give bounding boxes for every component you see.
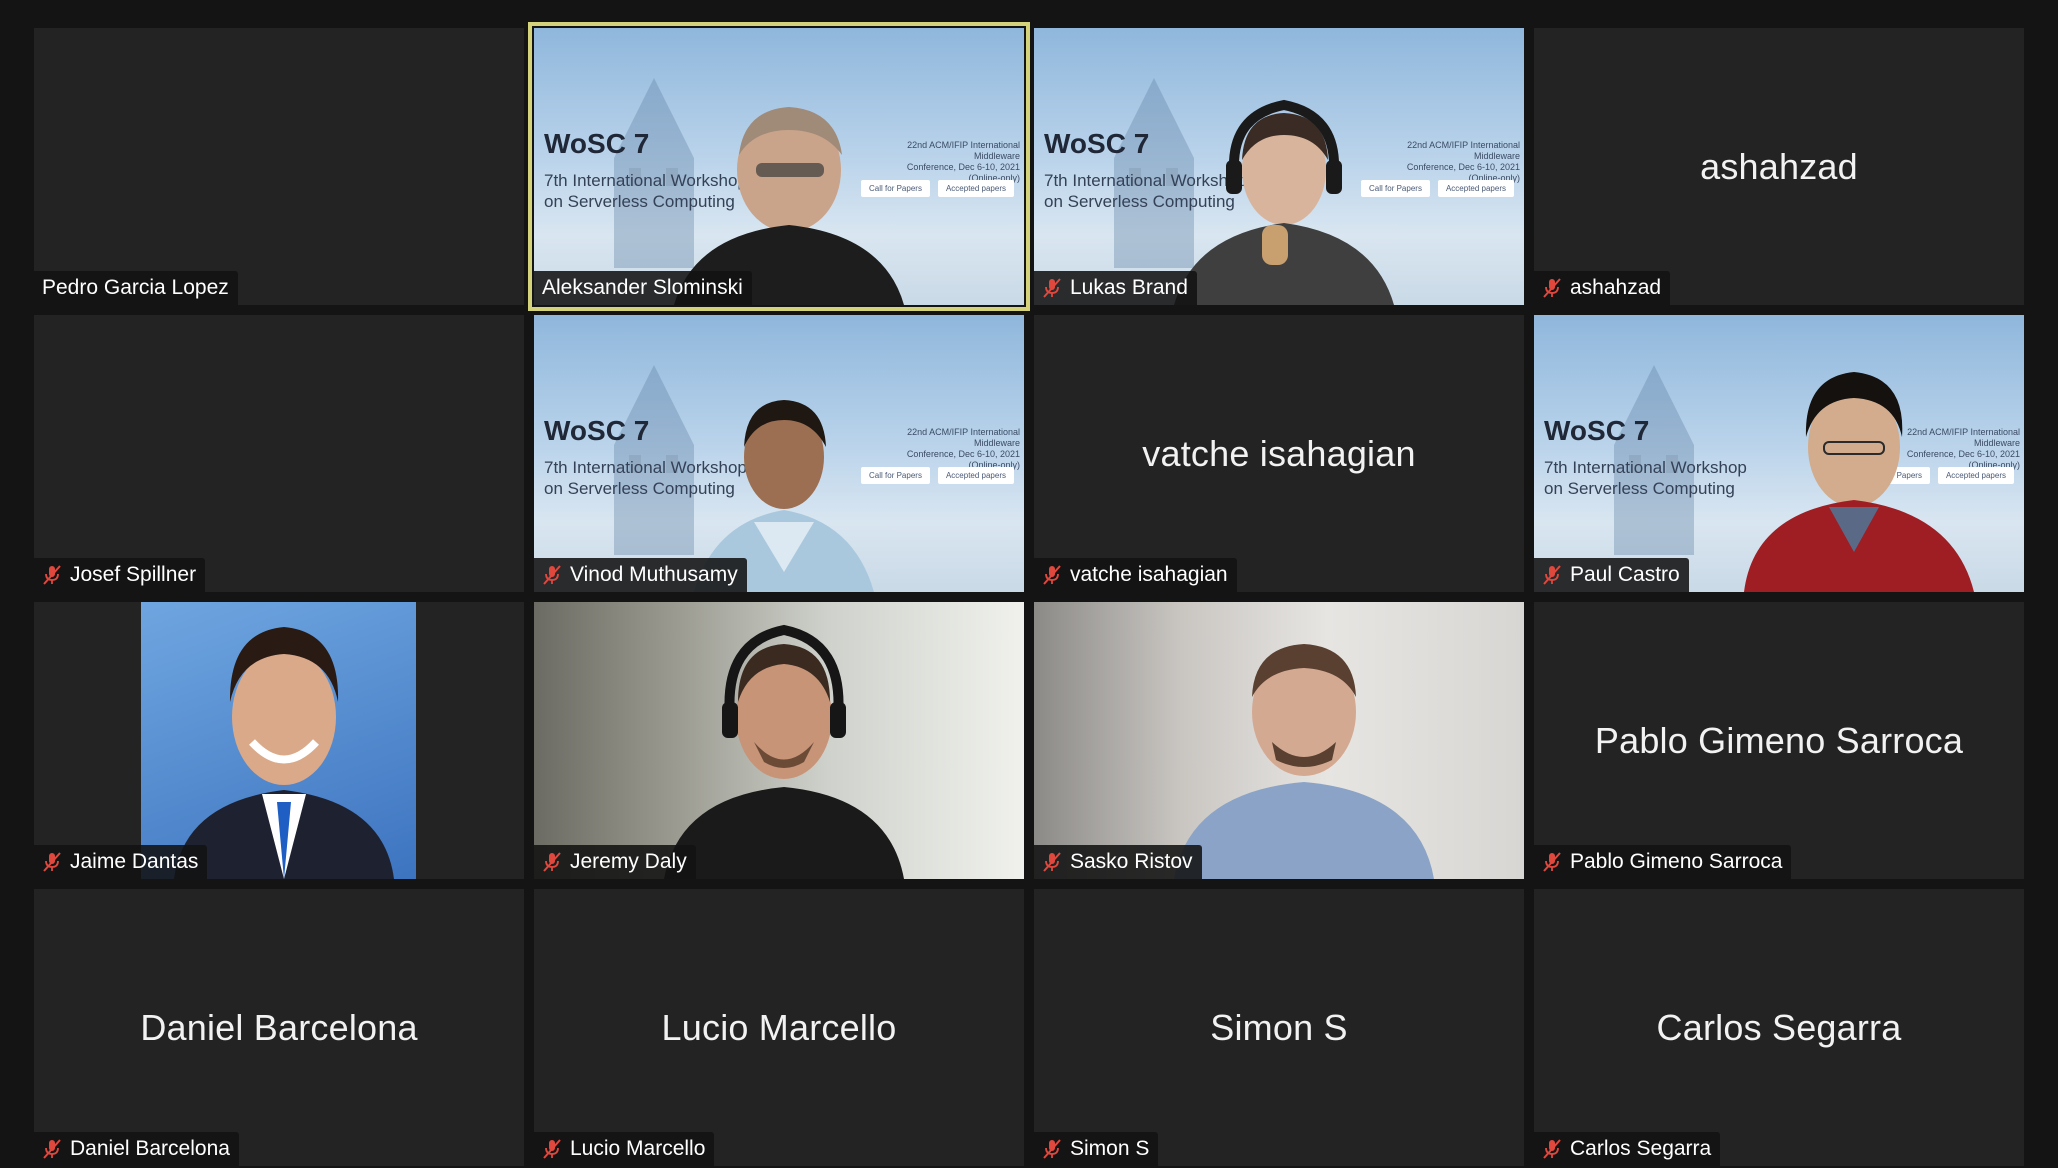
participant-name: Jaime Dantas — [70, 850, 199, 873]
participant-name: Sasko Ristov — [1070, 850, 1193, 873]
participant-name: Pablo Gimeno Sarroca — [1570, 850, 1783, 873]
microphone-muted-icon — [43, 852, 61, 872]
virtual-background-title: WoSC 7 — [1544, 415, 1650, 446]
participant-name-tag: Josef Spillner — [34, 558, 206, 592]
participant-name: Paul Castro — [1570, 563, 1680, 586]
participant-video-figure — [1174, 644, 1434, 879]
participant-video-figure — [174, 627, 394, 879]
participant-display-name: Simon S — [1210, 1006, 1348, 1048]
participant-name-tag: Aleksander Slominski — [534, 271, 752, 305]
participant-name-tag: Sasko Ristov — [1034, 845, 1202, 879]
microphone-muted-icon — [1043, 278, 1061, 298]
participant-name: Carlos Segarra — [1570, 1137, 1712, 1160]
castle-silhouette — [1614, 365, 1694, 555]
microphone-muted-icon — [43, 565, 61, 585]
microphone-muted-icon — [543, 1139, 561, 1159]
accepted-papers-label: Accepted papers — [937, 180, 1014, 197]
participant-name: ashahzad — [1570, 276, 1662, 299]
participant-name-tag: Vinod Muthusamy — [534, 558, 747, 592]
participant-name: vatche isahagian — [1070, 563, 1228, 586]
virtual-background-title: WoSC 7 — [544, 128, 650, 159]
microphone-muted-icon — [43, 1139, 61, 1159]
subtitle-line-2: on Serverless Computing — [1544, 479, 1735, 498]
participant-name-tag: Pablo Gimeno Sarroca — [1534, 845, 1792, 879]
participant-name-tag: Carlos Segarra — [1534, 1132, 1721, 1166]
participant-video-figure — [664, 624, 904, 879]
participant-tile-pablo-gimeno-sarroca[interactable]: Pablo Gimeno Sarroca Pablo Gimeno Sarroc… — [1534, 602, 2024, 879]
participant-tile-aleksander-slominski[interactable]: WoSC 7 7th International Workshop on Serv… — [528, 22, 1030, 311]
conference-line-1: 22nd ACM/IFIP International Middleware — [907, 427, 1020, 448]
participant-name-tag: vatche isahagian — [1034, 558, 1237, 592]
participant-tile-daniel-barcelona[interactable]: Daniel Barcelona Daniel Barcelona — [34, 889, 524, 1166]
conference-line-1: 22nd ACM/IFIP International Middleware — [1407, 140, 1520, 161]
participant-video-figure — [1744, 372, 1974, 592]
accepted-papers-label: Accepted papers — [937, 467, 1014, 484]
participant-name-tag: Lukas Brand — [1034, 271, 1197, 305]
participant-name: Pedro Garcia Lopez — [42, 276, 229, 299]
participant-name-tag: Paul Castro — [1534, 558, 1689, 592]
microphone-muted-icon — [543, 565, 561, 585]
microphone-muted-icon — [1543, 1139, 1561, 1159]
participant-tile-lucio-marcello[interactable]: Lucio Marcello Lucio Marcello — [534, 889, 1024, 1166]
virtual-background-title: WoSC 7 — [544, 415, 650, 446]
microphone-muted-icon — [1543, 278, 1561, 298]
participant-display-name: Daniel Barcelona — [140, 1006, 418, 1048]
participant-display-name: Lucio Marcello — [661, 1006, 897, 1048]
microphone-muted-icon — [1543, 852, 1561, 872]
participant-name-tag: Pedro Garcia Lopez — [34, 271, 238, 305]
participant-name: Daniel Barcelona — [70, 1137, 230, 1160]
participant-name: Vinod Muthusamy — [570, 563, 738, 586]
participant-display-name: vatche isahagian — [1142, 432, 1416, 474]
participant-tile-pedro-garcia-lopez[interactable]: Pedro Garcia Lopez — [34, 28, 524, 305]
participant-tile-ashahzad[interactable]: ashahzad ashahzad — [1534, 28, 2024, 305]
participant-name: Simon S — [1070, 1137, 1150, 1160]
participant-name: Jeremy Daly — [570, 850, 687, 873]
participant-video-figure — [1174, 99, 1394, 305]
participant-tile-simon-s[interactable]: Simon S Simon S — [1034, 889, 1524, 1166]
participant-tile-josef-spillner[interactable]: Josef Spillner — [34, 315, 524, 592]
participant-name-tag: Daniel Barcelona — [34, 1132, 239, 1166]
participant-tile-sasko-ristov[interactable]: Sasko Ristov — [1034, 602, 1524, 879]
microphone-muted-icon — [1043, 565, 1061, 585]
subtitle-line-1: 7th International Workshop — [1544, 458, 1747, 477]
microphone-muted-icon — [1043, 1139, 1061, 1159]
participant-tile-vinod-muthusamy[interactable]: WoSC 7 7th International Workshop on Serv… — [534, 315, 1024, 592]
participant-name: Lukas Brand — [1070, 276, 1188, 299]
microphone-muted-icon — [1543, 565, 1561, 585]
participant-tile-jaime-dantas[interactable]: Jaime Dantas — [34, 602, 524, 879]
participant-name-tag: Lucio Marcello — [534, 1132, 715, 1166]
participant-tile-paul-castro[interactable]: WoSC 7 7th International Workshop on Serv… — [1534, 315, 2024, 592]
microphone-muted-icon — [1043, 852, 1061, 872]
participant-name-tag: Jaime Dantas — [34, 845, 208, 879]
participant-tile-lukas-brand[interactable]: WoSC 7 7th International Workshop on Serv… — [1034, 28, 1524, 305]
participant-name: Lucio Marcello — [570, 1137, 706, 1160]
participant-tile-carlos-segarra[interactable]: Carlos Segarra Carlos Segarra — [1534, 889, 2024, 1166]
participant-name-tag: ashahzad — [1534, 271, 1671, 305]
participant-name-tag: Jeremy Daly — [534, 845, 696, 879]
participant-tile-vatche-isahagian[interactable]: vatche isahagian vatche isahagian — [1034, 315, 1524, 592]
participant-display-name: Carlos Segarra — [1656, 1006, 1902, 1048]
conference-line-1: 22nd ACM/IFIP International Middleware — [907, 140, 1020, 161]
participant-name-tag: Simon S — [1034, 1132, 1159, 1166]
participant-name: Josef Spillner — [70, 563, 197, 586]
participant-display-name: ashahzad — [1700, 145, 1858, 187]
participant-name: Aleksander Slominski — [542, 276, 743, 299]
microphone-muted-icon — [543, 852, 561, 872]
virtual-background-title: WoSC 7 — [1044, 128, 1150, 159]
virtual-background-conference: 22nd ACM/IFIP International Middleware Co… — [880, 427, 1020, 471]
video-gallery: Pedro Garcia Lopez WoSC 7 7th Internatio… — [34, 22, 2024, 1166]
accepted-papers-label: Accepted papers — [1437, 180, 1514, 197]
participant-tile-jeremy-daly[interactable]: Jeremy Daly — [534, 602, 1024, 879]
participant-display-name: Pablo Gimeno Sarroca — [1594, 719, 1964, 761]
